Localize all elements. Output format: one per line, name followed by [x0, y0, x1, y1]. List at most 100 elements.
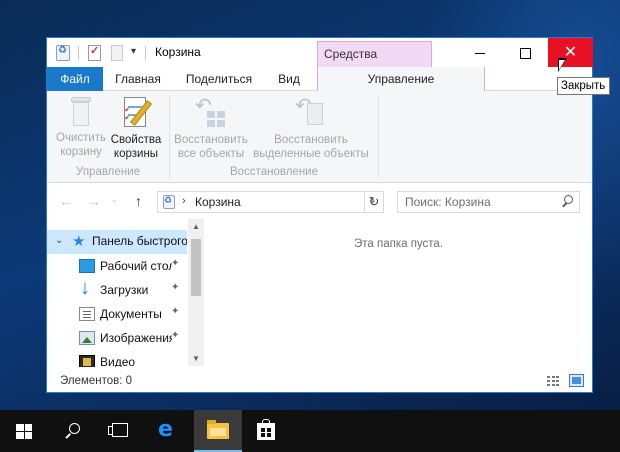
tab-file[interactable]: Файл: [47, 67, 103, 91]
scroll-up-icon[interactable]: ▲: [188, 222, 204, 231]
navigation-pane: ⌄ ★ Панель быстрого доступа Рабочий стол…: [47, 219, 204, 367]
properties-label: Свойства корзины: [110, 134, 162, 160]
quick-access-dropdown[interactable]: ▾: [131, 46, 136, 57]
pin-icon: ✦: [171, 306, 180, 317]
nav-item-label: Изображения: [100, 331, 172, 345]
restore-all-label: Восстановить все объекты: [174, 134, 248, 160]
pin-icon: ✦: [171, 282, 180, 293]
refresh-button[interactable]: ↻: [364, 191, 384, 213]
start-icon: [16, 424, 32, 439]
breadcrumb-chevron-icon[interactable]: ›: [182, 195, 186, 207]
close-button[interactable]: ✕: [548, 38, 593, 67]
recent-locations-button[interactable]: ⌄: [111, 195, 118, 204]
store-button[interactable]: [242, 410, 290, 452]
recycle-bin-properties-button[interactable]: ✓ ✓ Свойства корзины: [109, 91, 163, 161]
minimize-button[interactable]: [457, 38, 502, 67]
close-tooltip: Закрыть: [557, 77, 610, 95]
search-icon: [65, 423, 80, 437]
store-icon: [257, 419, 275, 440]
restore-selected-button[interactable]: ↶ Восстановить выделенные объекты: [251, 91, 371, 161]
divider: [78, 46, 79, 60]
divider: [145, 46, 146, 60]
address-bar[interactable]: › Корзина ⌄: [157, 191, 384, 213]
empty-bin-icon: [68, 97, 94, 127]
pin-icon: ✦: [171, 330, 180, 341]
ribbon-panel: Очистить корзину ✓ ✓ Свойства корзины ↶ …: [47, 91, 592, 183]
new-folder-icon[interactable]: [111, 45, 123, 61]
divider: [378, 95, 379, 179]
file-list-area[interactable]: Эта папка пуста.: [205, 219, 592, 366]
window-title: Корзина: [155, 45, 201, 59]
search-icon[interactable]: [561, 195, 573, 207]
empty-folder-message: Эта папка пуста.: [353, 238, 444, 250]
up-button[interactable]: ↑: [135, 193, 142, 209]
nav-item-label: Рабочий стол: [100, 259, 172, 273]
context-tab-header: Средства работы...: [317, 41, 432, 85]
nav-item-downloads[interactable]: Загрузки ✦: [47, 279, 187, 303]
start-button[interactable]: [0, 410, 48, 452]
file-explorer-button[interactable]: [194, 410, 242, 452]
back-button[interactable]: ←: [59, 193, 73, 209]
nav-item-label: Загрузки: [100, 283, 149, 297]
nav-item-videos[interactable]: Видео: [47, 351, 187, 367]
taskbar-search-button[interactable]: [48, 410, 96, 452]
properties-sheet-icon: ✓ ✓: [120, 97, 152, 129]
restore-selected-icon: ↶: [295, 96, 327, 129]
group-label-manage: Управление: [76, 166, 140, 178]
recycle-bin-icon: [163, 195, 175, 209]
nav-item-pictures[interactable]: Изображения ✦: [47, 327, 187, 351]
nav-item-quick-access[interactable]: ⌄ ★ Панель быстрого доступа: [47, 230, 187, 254]
empty-bin-label: Очистить корзину: [55, 132, 107, 158]
search-box[interactable]: [397, 191, 580, 213]
chevron-down-icon[interactable]: ⌄: [55, 235, 63, 246]
search-input[interactable]: [398, 192, 555, 212]
minimize-icon: [474, 52, 485, 54]
scrollbar-thumb[interactable]: [191, 239, 201, 296]
file-explorer-icon: [207, 420, 229, 439]
explorer-window: ▾ Корзина Средства работы... ✕ Файл Глав…: [46, 37, 593, 393]
taskbar: e: [0, 410, 620, 452]
maximize-icon: [520, 47, 531, 59]
properties-icon[interactable]: [88, 44, 101, 61]
tab-view[interactable]: Вид: [265, 67, 313, 91]
videos-icon: [79, 355, 95, 367]
edge-icon: e: [158, 417, 173, 442]
details-view-icon[interactable]: [547, 376, 563, 387]
item-count: Элементов: 0: [60, 375, 133, 387]
nav-item-desktop[interactable]: Рабочий стол ✦: [47, 255, 187, 279]
documents-icon: [79, 307, 95, 321]
breadcrumb[interactable]: Корзина: [195, 195, 241, 209]
tab-home[interactable]: Главная: [103, 67, 173, 91]
nav-item-documents[interactable]: Документы ✦: [47, 303, 187, 327]
restore-all-icon: ↶: [195, 96, 227, 129]
ribbon-tab-bar: Файл Главная Поделиться Вид Управление ?: [47, 67, 592, 116]
task-view-button[interactable]: [96, 410, 144, 452]
edge-button[interactable]: e: [144, 410, 192, 452]
nav-item-label: Документы: [100, 307, 162, 321]
downloads-icon: [79, 279, 95, 300]
recycle-bin-icon[interactable]: [56, 45, 70, 61]
empty-recycle-bin-button[interactable]: Очистить корзину: [53, 91, 109, 159]
nav-item-label: Видео: [100, 355, 136, 367]
navigation-bar: ← → ⌄ ↑ › Корзина ⌄ ↻: [47, 183, 592, 219]
nav-item-label: Панель быстрого доступа: [92, 234, 187, 248]
desktop-icon: [79, 259, 95, 273]
restore-selected-label: Восстановить выделенные объекты: [253, 134, 369, 160]
task-view-icon: [108, 423, 128, 437]
nav-pane-scrollbar[interactable]: ▲ ▼: [188, 219, 204, 366]
large-icons-view-icon[interactable]: [569, 374, 584, 387]
title-bar: ▾ Корзина Средства работы... ✕: [47, 38, 593, 85]
tab-share[interactable]: Поделиться: [177, 67, 261, 91]
pin-icon: ✦: [171, 258, 180, 269]
divider: [484, 67, 485, 92]
scroll-down-icon[interactable]: ▼: [188, 354, 204, 363]
mouse-cursor-icon: [558, 58, 568, 76]
maximize-button[interactable]: [503, 38, 548, 67]
status-bar: Элементов: 0: [47, 371, 592, 392]
forward-button[interactable]: →: [87, 193, 101, 209]
group-label-restore: Восстановление: [230, 166, 318, 178]
restore-all-button[interactable]: ↶ Восстановить все объекты: [173, 91, 249, 161]
star-icon: ★: [72, 233, 86, 250]
pictures-icon: [79, 331, 95, 345]
tab-manage[interactable]: Управление: [317, 67, 485, 92]
